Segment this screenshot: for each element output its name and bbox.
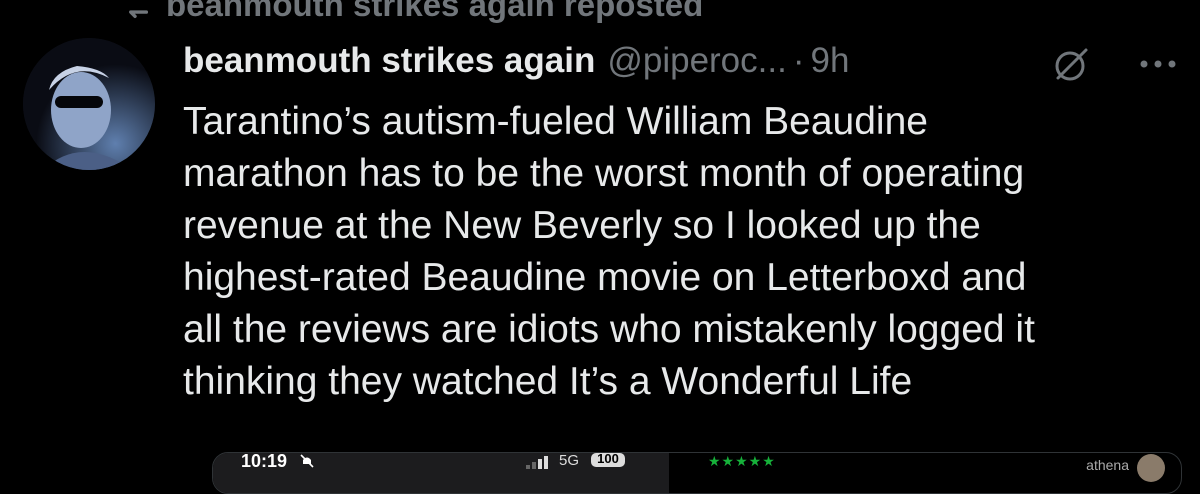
- network-label: 5G: [559, 452, 580, 469]
- status-time: 10:19: [241, 452, 288, 471]
- repost-icon: [129, 10, 149, 19]
- tweet-line: all the reviews are idiots who mistakenl…: [183, 308, 1035, 351]
- tweet-line: revenue at the New Beverly so I looked u…: [183, 204, 981, 247]
- media-attachment[interactable]: 10:19 5G 100 ★★★★★ athena: [212, 452, 1182, 494]
- separator-dot: ·: [792, 41, 805, 80]
- display-name[interactable]: beanmouth strikes again: [183, 41, 595, 81]
- tweet-line: thinking they watched It’s a Wonderful L…: [183, 360, 913, 403]
- repost-header-text: beanmouth strikes again reposted: [166, 0, 704, 23]
- repost-header[interactable]: beanmouth strikes again reposted: [118, 0, 703, 24]
- rating-stars: ★★★★★: [708, 453, 776, 469]
- handle[interactable]: @piperoc...: [607, 41, 787, 81]
- battery-label: 100: [597, 452, 619, 466]
- tweet-line: Tarantino’s autism-fueled William Beaudi…: [183, 100, 928, 143]
- avatar[interactable]: [23, 38, 155, 170]
- tweet-header: beanmouth strikes again @piperoc... · 9h: [183, 38, 1180, 84]
- tweet-line: highest-rated Beaudine movie on Letterbo…: [183, 256, 1027, 299]
- signal-icon: [526, 456, 548, 469]
- more-icon[interactable]: [1136, 44, 1180, 84]
- tweet-line: marathon has to be the worst month of op…: [183, 152, 1025, 195]
- grok-icon[interactable]: [1052, 44, 1092, 84]
- screenshot-image: 10:19 5G 100: [213, 453, 672, 493]
- bell-off-icon: [300, 454, 314, 468]
- timestamp[interactable]: 9h: [810, 41, 849, 81]
- reviewer-username: athena: [1086, 457, 1129, 473]
- battery-indicator: 100: [591, 453, 625, 467]
- tweet-text: Tarantino’s autism-fueled William Beaudi…: [183, 96, 1183, 408]
